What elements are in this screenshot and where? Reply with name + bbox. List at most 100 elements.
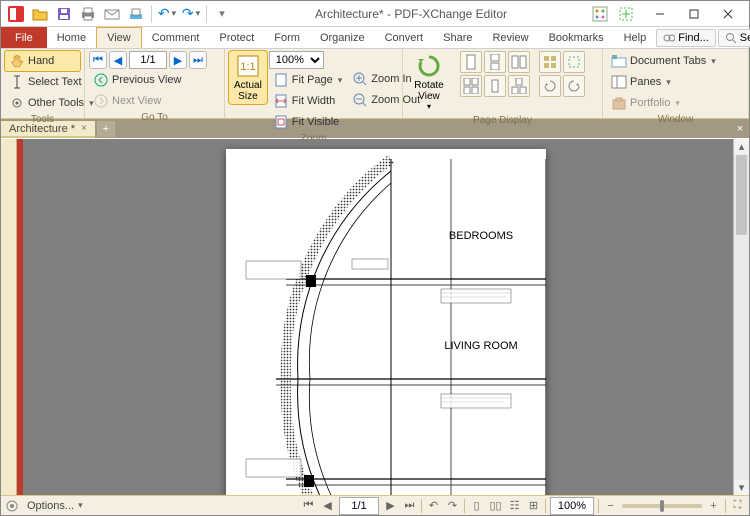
print-icon[interactable] xyxy=(77,3,99,25)
status-last-page[interactable]: ⏭ xyxy=(402,498,417,513)
email-icon[interactable] xyxy=(101,3,123,25)
window-title: Architecture* - PDF-XChange Editor xyxy=(233,7,589,21)
quick-access-toolbar: ↶ ↷ ▾ xyxy=(5,3,233,25)
zoom-slider[interactable] xyxy=(622,504,702,508)
status-zoom-input[interactable] xyxy=(550,497,594,515)
status-fullscreen[interactable]: ⛶ xyxy=(730,498,745,513)
fit-width-button[interactable]: Fit Width xyxy=(269,91,347,111)
hand-tool[interactable]: Hand xyxy=(5,51,80,71)
options-gear-icon xyxy=(5,499,19,513)
status-layout-1[interactable]: ▯ xyxy=(469,498,484,513)
portfolio-button[interactable]: Portfolio xyxy=(607,93,744,113)
actual-size-icon: 1:1 xyxy=(235,53,261,79)
tab-comment[interactable]: Comment xyxy=(142,27,210,48)
actual-size-button[interactable]: 1:1 Actual Size xyxy=(229,51,267,104)
tab-help[interactable]: Help xyxy=(614,27,657,48)
layout-cover-cont[interactable] xyxy=(508,75,530,97)
search-icon xyxy=(725,32,737,44)
layout-single[interactable] xyxy=(460,51,482,73)
first-page-button[interactable]: ⏮ xyxy=(89,51,107,69)
room-label: LIVING ROOM xyxy=(444,340,517,352)
vertical-scrollbar[interactable]: ▴ ▾ xyxy=(733,139,749,495)
close-button[interactable] xyxy=(711,3,745,25)
tab-bookmarks[interactable]: Bookmarks xyxy=(539,27,614,48)
status-prev-view[interactable]: ↶ xyxy=(426,498,441,513)
launch-icon[interactable] xyxy=(615,3,637,25)
window-controls xyxy=(643,3,745,25)
zoom-select[interactable]: 100% xyxy=(269,51,324,69)
tab-protect[interactable]: Protect xyxy=(209,27,264,48)
search-button[interactable]: Search... xyxy=(718,29,750,47)
svg-text:1:1: 1:1 xyxy=(240,61,255,73)
document-tabs-button[interactable]: Document Tabs xyxy=(607,51,744,71)
scroll-up-arrow[interactable]: ▴ xyxy=(734,139,749,154)
ui-options-icon[interactable] xyxy=(589,3,611,25)
layout-two-cont[interactable] xyxy=(460,75,482,97)
fit-visible-button[interactable]: Fit Visible xyxy=(269,112,347,132)
rotate-cw[interactable] xyxy=(539,75,561,97)
qat-customize[interactable]: ▾ xyxy=(211,3,233,25)
work-area: BEDROOMS LIVING ROOM BASEMENT ▴ ▾ xyxy=(1,139,749,495)
tab-share[interactable]: Share xyxy=(433,27,482,48)
next-view-button[interactable]: Next View xyxy=(89,91,220,111)
text-cursor-icon xyxy=(9,74,25,90)
previous-view-button[interactable]: Previous View xyxy=(89,70,220,90)
layout-cover[interactable] xyxy=(484,75,506,97)
status-layout-3[interactable]: ☷ xyxy=(507,498,522,513)
group-label-window: Window xyxy=(607,113,744,126)
status-zoom-in[interactable]: + xyxy=(706,498,721,513)
thumbnails-toggle[interactable] xyxy=(539,51,561,73)
status-zoom-out[interactable]: − xyxy=(603,498,618,513)
status-prev-page[interactable]: ◀ xyxy=(320,498,335,513)
bookmarks-side-tab[interactable] xyxy=(1,139,17,495)
minimize-button[interactable] xyxy=(643,3,677,25)
last-page-button[interactable]: ⏭ xyxy=(189,51,207,69)
tab-review[interactable]: Review xyxy=(482,27,538,48)
select-text-tool[interactable]: Select Text xyxy=(5,72,80,92)
open-icon[interactable] xyxy=(29,3,51,25)
redo-button[interactable]: ↷ xyxy=(180,3,202,25)
status-next-page[interactable]: ▶ xyxy=(383,498,398,513)
tab-form[interactable]: Form xyxy=(264,27,310,48)
panes-button[interactable]: Panes xyxy=(607,72,744,92)
prev-page-button[interactable]: ◀ xyxy=(109,51,127,69)
app-icon[interactable] xyxy=(5,3,27,25)
status-page-input[interactable] xyxy=(339,497,379,515)
scroll-thumb[interactable] xyxy=(736,155,747,235)
scroll-down-arrow[interactable]: ▾ xyxy=(734,480,749,495)
portfolio-icon xyxy=(611,95,627,111)
status-layout-4[interactable]: ⊞ xyxy=(526,498,541,513)
rotate-icon xyxy=(416,53,442,79)
tab-close-icon[interactable]: × xyxy=(81,123,87,134)
layout-two-up[interactable] xyxy=(508,51,530,73)
file-tab[interactable]: File xyxy=(1,27,47,48)
status-layout-2[interactable]: ▯▯ xyxy=(488,498,503,513)
tab-organize[interactable]: Organize xyxy=(310,27,375,48)
zoom-in-icon xyxy=(352,71,368,87)
layout-continuous[interactable] xyxy=(484,51,506,73)
save-icon[interactable] xyxy=(53,3,75,25)
find-button[interactable]: Find... xyxy=(656,29,716,47)
room-label: BEDROOMS xyxy=(449,230,513,242)
next-page-button[interactable]: ▶ xyxy=(169,51,187,69)
tab-convert[interactable]: Convert xyxy=(375,27,434,48)
document-canvas[interactable]: BEDROOMS LIVING ROOM BASEMENT ▴ ▾ xyxy=(23,139,749,495)
ribbon: Hand Select Text Other Tools Tools ⏮ ◀ ▶… xyxy=(1,49,749,119)
maximize-button[interactable] xyxy=(677,3,711,25)
tab-view[interactable]: View xyxy=(96,27,142,48)
hand-icon xyxy=(9,53,25,69)
group-label-tools: Tools xyxy=(5,113,80,126)
undo-button[interactable]: ↶ xyxy=(156,3,178,25)
other-tools[interactable]: Other Tools xyxy=(5,93,80,113)
fit-page-button[interactable]: Fit Page xyxy=(269,70,347,90)
scan-icon[interactable] xyxy=(125,3,147,25)
gaps-toggle[interactable] xyxy=(563,51,585,73)
options-button[interactable]: Options... xyxy=(23,498,87,514)
status-next-view[interactable]: ↷ xyxy=(445,498,460,513)
status-bar: Options... ⏮ ◀ ▶ ⏭ ↶ ↷ ▯ ▯▯ ☷ ⊞ − + ⛶ xyxy=(1,495,749,515)
rotate-ccw[interactable] xyxy=(563,75,585,97)
tab-home[interactable]: Home xyxy=(47,27,96,48)
page-number-input[interactable] xyxy=(129,51,167,69)
status-first-page[interactable]: ⏮ xyxy=(301,498,316,513)
rotate-view-button[interactable]: Rotate View▾ xyxy=(407,51,451,114)
